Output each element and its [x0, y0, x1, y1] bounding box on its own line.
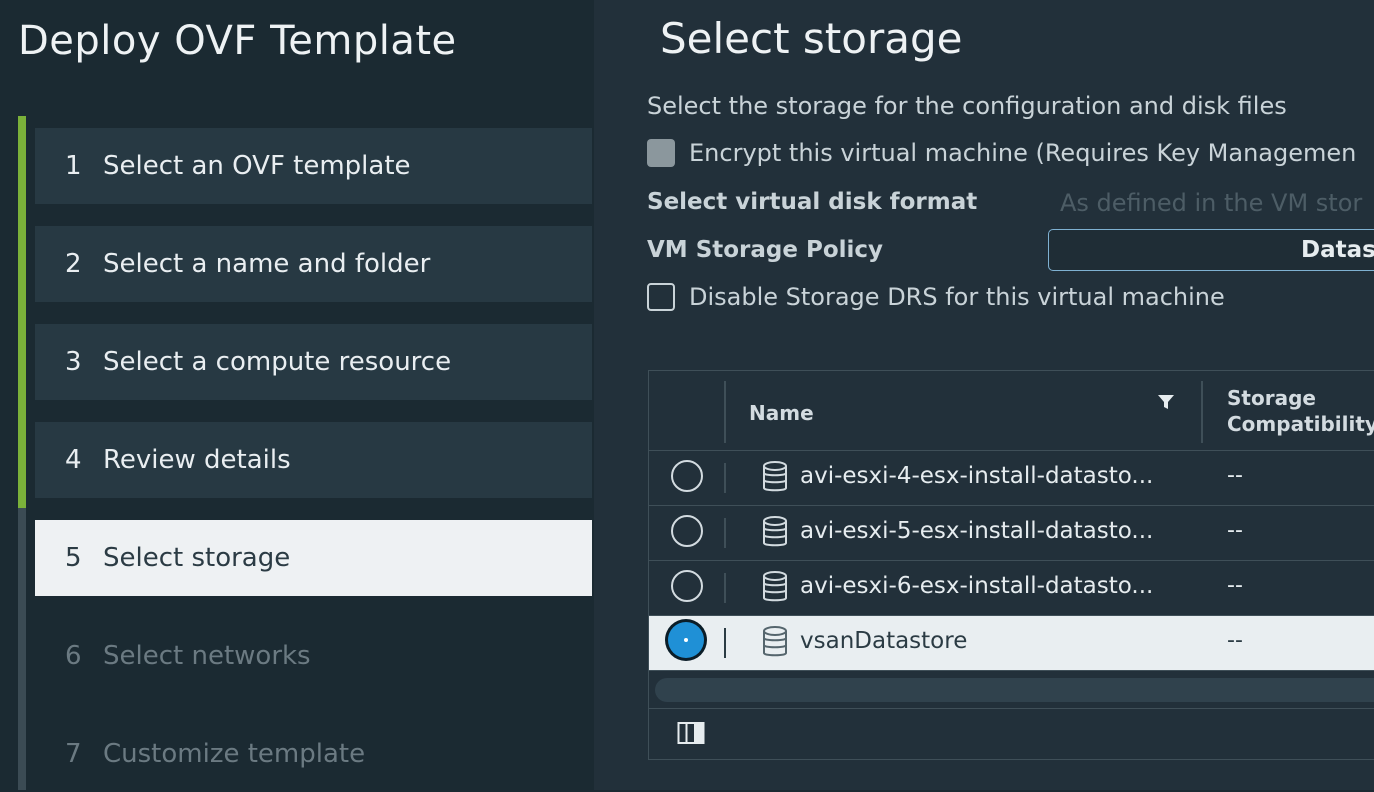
- row-separator: [724, 518, 726, 548]
- encrypt-vm-option: Encrypt this virtual machine (Requires K…: [647, 139, 1356, 167]
- step-label: Select an OVF template: [103, 151, 411, 181]
- storage-compatibility: --: [1227, 573, 1243, 598]
- disable-drs-checkbox[interactable]: [647, 283, 675, 311]
- row-radio[interactable]: [671, 460, 703, 492]
- page-subtitle: Select the storage for the configuration…: [647, 92, 1287, 120]
- storage-compatibility: --: [1227, 628, 1243, 653]
- disable-drs-label: Disable Storage DRS for this virtual mac…: [689, 283, 1225, 311]
- datastore-name: avi-esxi-6-esx-install-datasto...: [800, 573, 1154, 599]
- disk-format-select: As defined in the VM stor: [1060, 189, 1363, 217]
- step-number: 3: [65, 347, 82, 377]
- step-number: 1: [65, 151, 82, 181]
- row-separator: [724, 573, 726, 603]
- wizard-sidebar: Deploy OVF Template 1 Select an OVF temp…: [0, 0, 594, 790]
- storage-compatibility: --: [1227, 518, 1243, 543]
- table-row[interactable]: avi-esxi-5-esx-install-datasto... --: [649, 506, 1374, 561]
- progress-bar-remaining: [18, 508, 26, 790]
- main-panel: Select storage Select the storage for th…: [594, 0, 1374, 790]
- table-row[interactable]: avi-esxi-6-esx-install-datasto... --: [649, 561, 1374, 616]
- column-separator[interactable]: [1201, 381, 1203, 443]
- step-select-compute-resource[interactable]: 3 Select a compute resource: [35, 324, 592, 400]
- column-toggle-icon[interactable]: [677, 721, 705, 745]
- encrypt-vm-label: Encrypt this virtual machine (Requires K…: [689, 139, 1357, 167]
- step-review-details[interactable]: 4 Review details: [35, 422, 592, 498]
- wizard-title: Deploy OVF Template: [18, 18, 457, 64]
- database-icon: [763, 571, 787, 602]
- page-title: Select storage: [660, 14, 963, 63]
- step-number: 2: [65, 249, 82, 279]
- storage-compatibility: --: [1227, 463, 1243, 488]
- row-radio-selected[interactable]: [668, 622, 704, 658]
- storage-policy-select[interactable]: Datas: [1048, 229, 1374, 271]
- step-label: Customize template: [103, 739, 366, 769]
- step-select-name-folder[interactable]: 2 Select a name and folder: [35, 226, 592, 302]
- column-header-storage-compatibility[interactable]: Storage Compatibility: [1227, 385, 1374, 437]
- step-select-storage[interactable]: 5 Select storage: [35, 520, 592, 596]
- datastore-grid: Name Storage Compatibility avi-esxi-4-esx…: [648, 370, 1374, 760]
- step-number: 7: [65, 739, 82, 769]
- table-row-selected[interactable]: vsanDatastore --: [649, 616, 1374, 671]
- datastore-name: avi-esxi-4-esx-install-datasto...: [800, 463, 1154, 489]
- column-header-name[interactable]: Name: [749, 401, 814, 425]
- database-icon: [763, 626, 787, 657]
- table-row[interactable]: avi-esxi-4-esx-install-datasto... --: [649, 451, 1374, 506]
- filter-icon[interactable]: [1157, 393, 1175, 411]
- datastore-name: vsanDatastore: [800, 628, 968, 654]
- row-separator: [724, 463, 726, 493]
- step-number: 5: [65, 543, 82, 573]
- disk-format-label: Select virtual disk format: [647, 189, 978, 215]
- datastore-name: avi-esxi-5-esx-install-datasto...: [800, 518, 1154, 544]
- grid-footer: [649, 708, 1374, 760]
- row-radio[interactable]: [671, 570, 703, 602]
- encrypt-vm-checkbox[interactable]: [647, 139, 675, 167]
- step-select-ovf-template[interactable]: 1 Select an OVF template: [35, 128, 592, 204]
- row-separator: [724, 628, 726, 658]
- grid-header: Name Storage Compatibility: [649, 371, 1374, 451]
- storage-policy-label: VM Storage Policy: [647, 237, 884, 263]
- disable-drs-option: Disable Storage DRS for this virtual mac…: [647, 283, 1225, 311]
- step-customize-template: 7 Customize template: [35, 716, 592, 792]
- database-icon: [763, 516, 787, 547]
- step-label: Select a compute resource: [103, 347, 452, 377]
- step-select-networks: 6 Select networks: [35, 618, 592, 694]
- database-icon: [763, 461, 787, 492]
- row-radio[interactable]: [671, 515, 703, 547]
- horizontal-scrollbar[interactable]: [655, 678, 1374, 702]
- step-number: 4: [65, 445, 82, 475]
- step-number: 6: [65, 641, 82, 671]
- step-label: Select a name and folder: [103, 249, 431, 279]
- step-label: Select storage: [103, 543, 291, 573]
- step-label: Review details: [103, 445, 291, 475]
- step-label: Select networks: [103, 641, 311, 671]
- column-separator: [724, 381, 726, 443]
- progress-bar-complete: [18, 116, 26, 508]
